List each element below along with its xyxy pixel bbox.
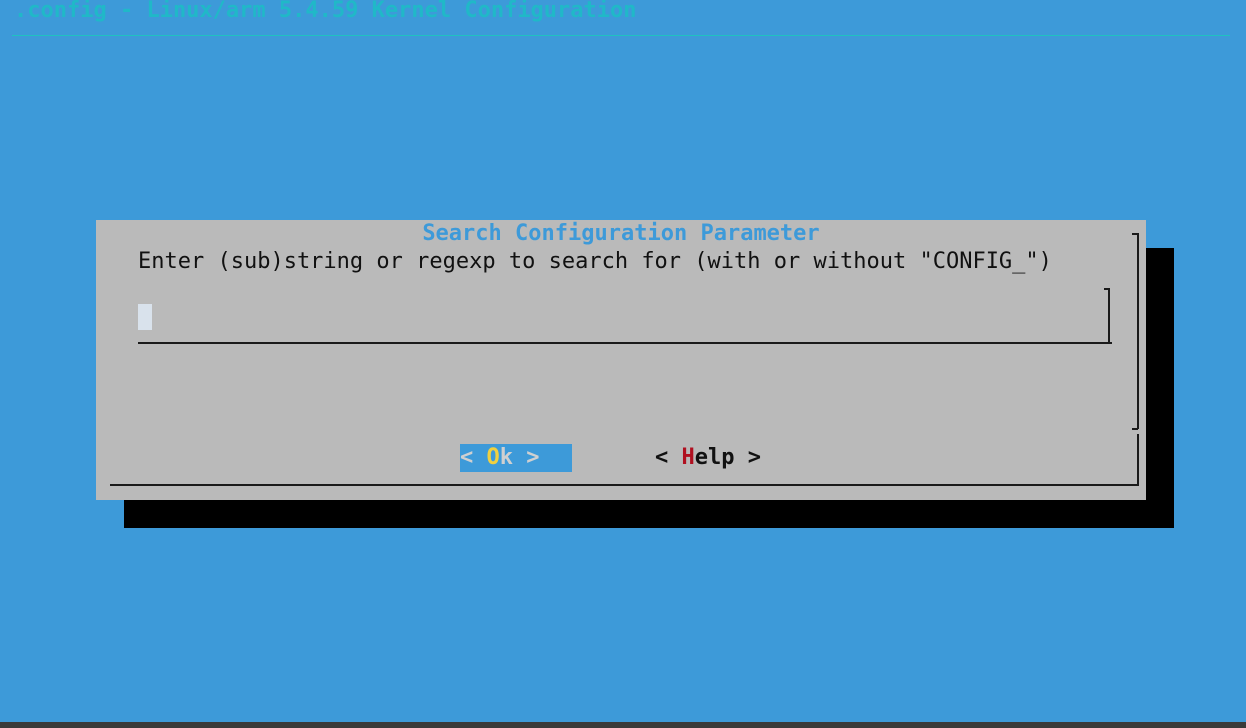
frame-bottom (110, 484, 1139, 486)
frame-right-lower (1137, 434, 1139, 484)
help-button-label-rest: elp (694, 445, 735, 470)
input-frame-right (1108, 288, 1110, 344)
title-rule (12, 35, 1230, 36)
text-cursor (138, 304, 152, 330)
search-prompt: Enter (sub)string or regexp to search fo… (138, 249, 1052, 274)
frame-right (1137, 233, 1139, 429)
input-frame-bottom (138, 342, 1112, 344)
dialog-title: Search Configuration Parameter (422, 221, 820, 246)
frame-tick-bottom (1132, 428, 1138, 430)
search-dialog: Search Configuration Parameter Enter (su… (96, 220, 1146, 500)
ok-button-hotkey: O (486, 445, 500, 470)
bottom-strip (0, 722, 1246, 728)
help-button-close: > (734, 445, 761, 470)
ok-button-label-rest: k (499, 445, 513, 470)
ok-button[interactable]: < Ok > (460, 444, 572, 472)
help-button-open: < (655, 445, 682, 470)
help-button[interactable]: < Help > (655, 444, 761, 472)
search-input[interactable] (138, 304, 1078, 332)
window-title: .config - Linux/arm 5.4.59 Kernel Config… (14, 0, 637, 23)
search-input-box[interactable] (138, 288, 1112, 344)
help-button-hotkey: H (681, 445, 695, 470)
ok-button-open: < (460, 445, 487, 470)
terminal-screen: .config - Linux/arm 5.4.59 Kernel Config… (0, 0, 1246, 728)
ok-button-close: > (513, 445, 540, 470)
